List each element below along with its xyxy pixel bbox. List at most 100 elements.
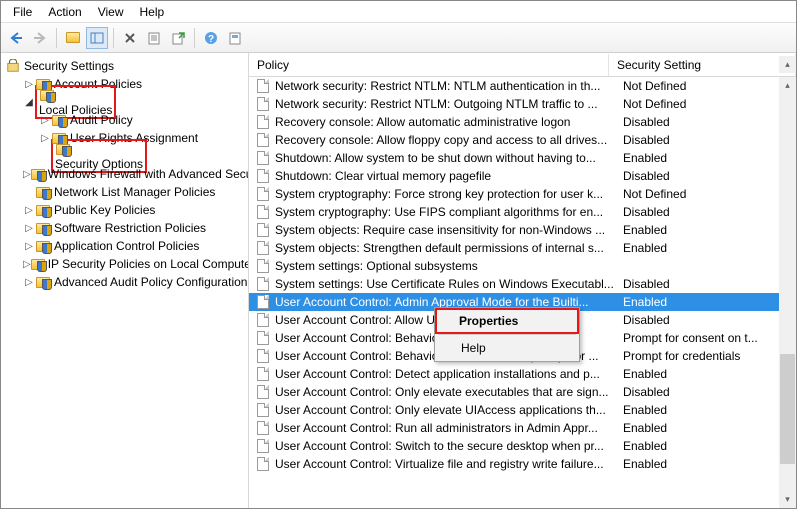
twisty-expanded-icon[interactable]: ◢ xyxy=(23,97,35,108)
context-menu-separator xyxy=(438,334,576,335)
policy-row[interactable]: User Account Control: Only elevate UIAcc… xyxy=(249,401,779,419)
menu-view[interactable]: View xyxy=(90,3,132,21)
policy-setting: Disabled xyxy=(619,205,779,219)
policy-file-icon xyxy=(255,96,271,112)
policy-row[interactable]: Shutdown: Clear virtual memory pagefileD… xyxy=(249,167,779,185)
tree-item[interactable]: ◢Local Policies xyxy=(1,93,248,111)
up-button[interactable] xyxy=(62,27,84,49)
twisty-collapsed-icon[interactable]: ▷ xyxy=(23,79,35,90)
column-header-policy[interactable]: Policy xyxy=(249,54,609,76)
policy-setting: Not Defined xyxy=(619,187,779,201)
tree-item[interactable]: ▷ Advanced Audit Policy Configuration xyxy=(1,273,248,291)
twisty-collapsed-icon[interactable]: ▷ xyxy=(39,115,51,126)
twisty-collapsed-icon[interactable]: ▷ xyxy=(23,223,35,234)
policy-setting: Enabled xyxy=(619,439,779,453)
policy-row[interactable]: System cryptography: Use FIPS compliant … xyxy=(249,203,779,221)
tree-item[interactable]: ▷ Windows Firewall with Advanced Secu xyxy=(1,165,248,183)
tree-root[interactable]: Security Settings xyxy=(1,57,248,75)
scroll-up-button[interactable]: ▴ xyxy=(779,56,796,73)
policy-row[interactable]: System cryptography: Force strong key pr… xyxy=(249,185,779,203)
twisty-collapsed-icon[interactable]: ▷ xyxy=(23,241,35,252)
policy-file-icon xyxy=(255,258,271,274)
context-menu-help[interactable]: Help xyxy=(437,337,577,359)
policy-row[interactable]: System settings: Optional subsystems xyxy=(249,257,779,275)
twisty-collapsed-icon[interactable]: ▷ xyxy=(23,205,35,216)
tree-item[interactable]: ▷ Software Restriction Policies xyxy=(1,219,248,237)
policy-row[interactable]: Recovery console: Allow floppy copy and … xyxy=(249,131,779,149)
tree-item[interactable]: ▷ Audit Policy xyxy=(1,111,248,129)
twisty-collapsed-icon[interactable]: ▷ xyxy=(39,133,51,144)
tree-item[interactable]: ▷IP Security Policies on Local Compute xyxy=(1,255,248,273)
policy-file-icon xyxy=(255,276,271,292)
scroll-down-arrow[interactable]: ▾ xyxy=(779,491,796,508)
show-hide-tree-button[interactable] xyxy=(86,27,108,49)
policy-name: Shutdown: Clear virtual memory pagefile xyxy=(275,169,619,183)
tree-item-label: Network List Manager Policies xyxy=(54,185,215,199)
tree-item[interactable]: ▷ Application Control Policies xyxy=(1,237,248,255)
policy-file-icon xyxy=(255,348,271,364)
policy-setting: Enabled xyxy=(619,367,779,381)
policy-row[interactable]: System objects: Require case insensitivi… xyxy=(249,221,779,239)
folder-shield-icon xyxy=(31,166,45,182)
twisty-collapsed-icon[interactable]: ▷ xyxy=(23,259,31,270)
tree-item-label: Advanced Audit Policy Configuration xyxy=(54,275,247,289)
policy-row[interactable]: Shutdown: Allow system to be shut down w… xyxy=(249,149,779,167)
back-button[interactable] xyxy=(5,27,27,49)
toolbar-separator xyxy=(113,28,114,48)
help-button[interactable]: ? xyxy=(200,27,222,49)
menu-action[interactable]: Action xyxy=(40,3,89,21)
tree-item-label: Audit Policy xyxy=(70,113,133,127)
tree-item[interactable]: Security Options xyxy=(1,147,248,165)
forward-button[interactable] xyxy=(29,27,51,49)
toolbar-separator xyxy=(56,28,57,48)
policy-setting: Not Defined xyxy=(619,79,779,93)
folder-shield-icon xyxy=(35,184,51,200)
tree-root-label: Security Settings xyxy=(24,59,114,73)
policy-name: User Account Control: Virtualize file an… xyxy=(275,457,619,471)
tree-item-label: Application Control Policies xyxy=(54,239,199,253)
policy-file-icon xyxy=(255,168,271,184)
policy-file-icon xyxy=(255,204,271,220)
twisty-collapsed-icon[interactable]: ▷ xyxy=(23,277,35,288)
scroll-thumb[interactable] xyxy=(780,354,795,464)
context-menu: Properties Help xyxy=(434,307,580,362)
column-header-setting[interactable]: Security Setting xyxy=(609,54,796,76)
tree-item[interactable]: ▷Public Key Policies xyxy=(1,201,248,219)
context-menu-properties[interactable]: Properties xyxy=(435,308,579,334)
policy-row[interactable]: User Account Control: Only elevate execu… xyxy=(249,383,779,401)
policy-row[interactable]: Network security: Restrict NTLM: Outgoin… xyxy=(249,95,779,113)
scroll-up-arrow[interactable]: ▴ xyxy=(779,77,796,94)
tree-item-label: Windows Firewall with Advanced Secu xyxy=(48,167,249,181)
properties-button[interactable] xyxy=(143,27,165,49)
policy-row[interactable]: User Account Control: Virtualize file an… xyxy=(249,455,779,473)
tree-item[interactable]: Network List Manager Policies xyxy=(1,183,248,201)
policy-row[interactable]: User Account Control: Detect application… xyxy=(249,365,779,383)
refresh-button[interactable] xyxy=(224,27,246,49)
policy-row[interactable]: System objects: Strengthen default permi… xyxy=(249,239,779,257)
policy-name: System settings: Optional subsystems xyxy=(275,259,619,273)
tree-item-label: Software Restriction Policies xyxy=(54,221,206,235)
policy-name: User Account Control: Run all administra… xyxy=(275,421,619,435)
menu-help[interactable]: Help xyxy=(132,3,173,21)
policy-row[interactable]: User Account Control: Switch to the secu… xyxy=(249,437,779,455)
policy-file-icon xyxy=(255,420,271,436)
twisty-collapsed-icon[interactable]: ▷ xyxy=(23,169,31,180)
policy-file-icon xyxy=(255,222,271,238)
list-body: Network security: Restrict NTLM: NTLM au… xyxy=(249,77,796,508)
policy-name: System objects: Strengthen default permi… xyxy=(275,241,619,255)
policy-row[interactable]: Recovery console: Allow automatic admini… xyxy=(249,113,779,131)
menu-file[interactable]: File xyxy=(5,3,40,21)
policy-row[interactable]: System settings: Use Certificate Rules o… xyxy=(249,275,779,293)
policy-setting: Enabled xyxy=(619,151,779,165)
policy-file-icon xyxy=(255,384,271,400)
vertical-scrollbar[interactable]: ▴ ▾ xyxy=(779,77,796,508)
policy-file-icon xyxy=(255,114,271,130)
export-button[interactable] xyxy=(167,27,189,49)
policy-row[interactable]: User Account Control: Run all administra… xyxy=(249,419,779,437)
policy-row[interactable]: Network security: Restrict NTLM: NTLM au… xyxy=(249,77,779,95)
policy-setting: Enabled xyxy=(619,295,779,309)
list-pane: ▴ Policy Security Setting Network securi… xyxy=(249,53,796,508)
policy-name: System cryptography: Use FIPS compliant … xyxy=(275,205,619,219)
delete-button[interactable] xyxy=(119,27,141,49)
policy-name: User Account Control: Only elevate UIAcc… xyxy=(275,403,619,417)
